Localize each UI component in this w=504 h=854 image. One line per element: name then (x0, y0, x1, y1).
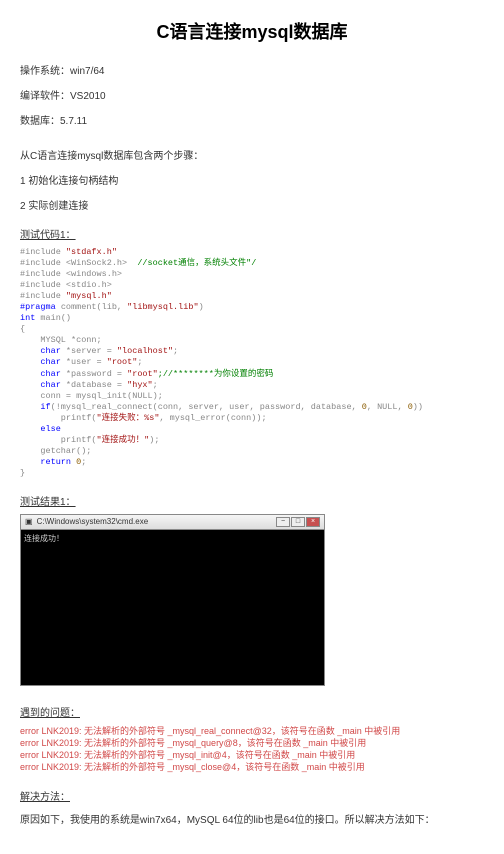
maximize-button[interactable]: □ (291, 517, 305, 527)
os-label: 操作系统： (20, 66, 70, 77)
error-block: error LNK2019: 无法解析的外部符号 _mysql_real_con… (20, 725, 484, 774)
os-value: win7/64 (70, 66, 104, 77)
compiler-info: 编译软件：VS2010 (20, 87, 484, 102)
terminal-titlebar: ▣ C:\Windows\system32\cmd.exe − □ × (21, 515, 324, 530)
window-controls: − □ × (276, 517, 320, 527)
step-2: 2 实际创建连接 (20, 197, 484, 212)
terminal-icon: ▣ (25, 517, 33, 526)
compiler-value: VS2010 (70, 91, 106, 102)
db-info: 数据库：5.7.11 (20, 112, 484, 127)
compiler-label: 编译软件： (20, 91, 70, 102)
error-line-3: error LNK2019: 无法解析的外部符号 _mysql_init@4，该… (20, 749, 484, 761)
code1-heading: 测试代码1： (20, 226, 484, 241)
step-1: 1 初始化连接句柄结构 (20, 172, 484, 187)
close-button[interactable]: × (306, 517, 320, 527)
problem-heading: 遇到的问题： (20, 704, 484, 719)
terminal-window: ▣ C:\Windows\system32\cmd.exe − □ × 连接成功… (20, 514, 325, 686)
terminal-body: 连接成功！ (21, 530, 324, 685)
page-title: C语言连接mysql数据库 (20, 18, 484, 44)
result1-heading: 测试结果1： (20, 493, 484, 508)
solution-heading: 解决方法： (20, 788, 484, 803)
error-line-2: error LNK2019: 无法解析的外部符号 _mysql_query@8，… (20, 737, 484, 749)
solution-text: 原因如下，我使用的系统是win7x64，MySQL 64位的lib也是64位的接… (20, 811, 484, 826)
minimize-button[interactable]: − (276, 517, 290, 527)
error-line-1: error LNK2019: 无法解析的外部符号 _mysql_real_con… (20, 725, 484, 737)
os-info: 操作系统：win7/64 (20, 62, 484, 77)
code-block-1: #include "stdafx.h" #include <WinSock2.h… (20, 247, 484, 479)
terminal-title: C:\Windows\system32\cmd.exe (33, 517, 276, 526)
intro-line: 从C语言连接mysql数据库包含两个步骤： (20, 147, 484, 162)
db-label: 数据库： (20, 116, 60, 127)
db-value: 5.7.11 (60, 116, 87, 127)
terminal-output: 连接成功！ (24, 533, 321, 544)
error-line-4: error LNK2019: 无法解析的外部符号 _mysql_close@4，… (20, 761, 484, 773)
